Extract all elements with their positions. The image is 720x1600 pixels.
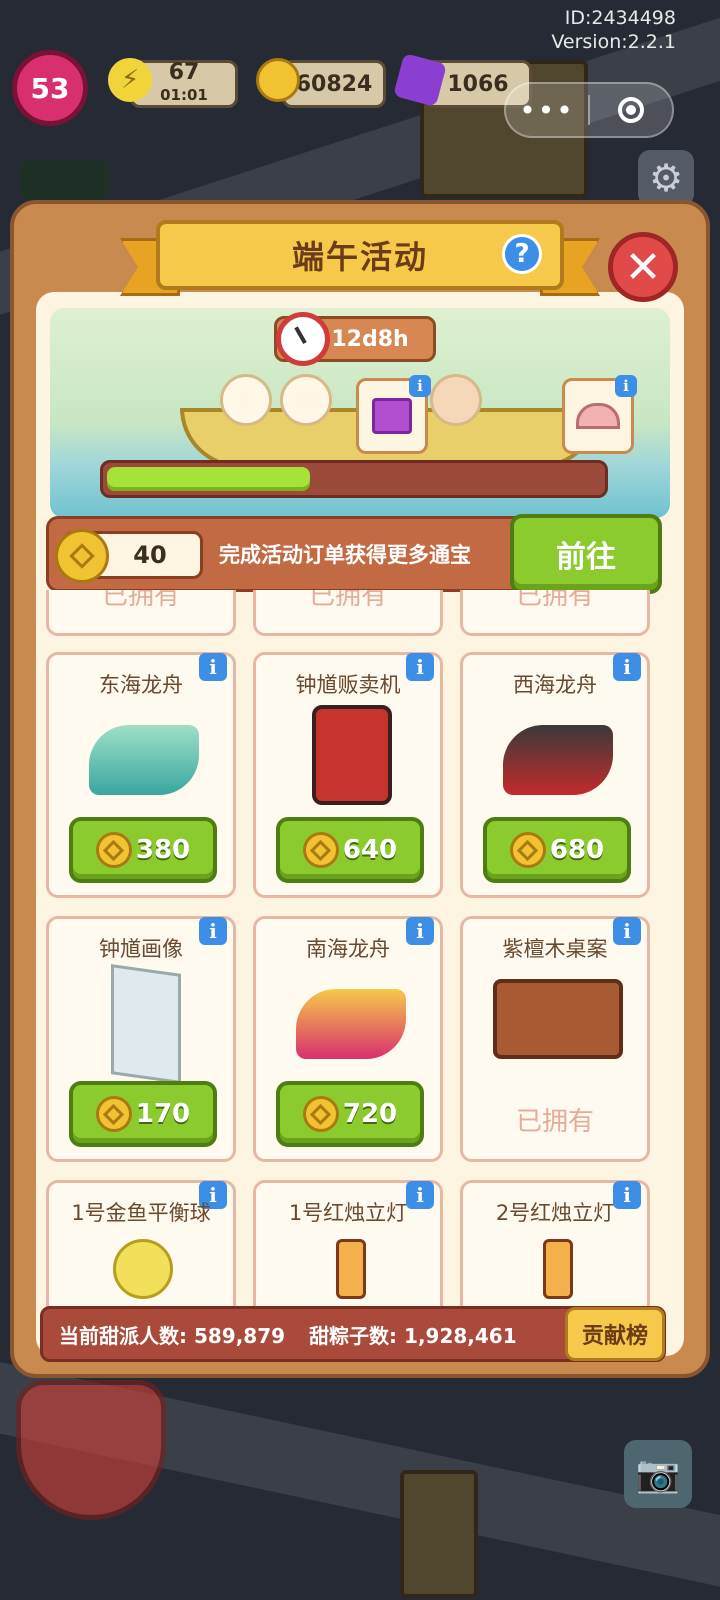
coin-icon (95, 1096, 132, 1132)
close-miniprogram-button[interactable] (590, 97, 672, 123)
gear-icon[interactable]: ⚙ (638, 150, 694, 206)
info-icon[interactable]: i (615, 375, 637, 397)
coin-icon (95, 832, 132, 868)
item-name: 南海龙舟 (306, 937, 390, 961)
buy-button[interactable]: 380 (69, 817, 217, 883)
event-stats-bar: 当前甜派人数: 589,879 甜粽子数: 1,928,461 贡献榜 (40, 1306, 666, 1362)
user-id: ID:2434498 (564, 7, 676, 29)
clock-icon (276, 312, 330, 366)
level-badge[interactable]: 53 (12, 50, 88, 126)
shop-grid: 已拥有 已拥有 已拥有 i 东海龙舟 380 i 钟馗贩卖机 640 i 西海龙… (46, 590, 658, 1310)
coin-icon (256, 58, 300, 102)
buy-button[interactable]: 170 (69, 1081, 217, 1147)
buy-button[interactable]: 720 (276, 1081, 424, 1147)
shop-item-card[interactable]: i 钟馗贩卖机 640 (253, 652, 443, 898)
dialog-title: 端午活动 (291, 238, 428, 276)
reward-bridge[interactable]: i (562, 375, 637, 454)
version-label: Version:2.2.1 (551, 31, 676, 53)
item-name: 1号红烛立灯 (288, 1201, 408, 1225)
lamp-icon (543, 1239, 573, 1299)
record-icon (618, 97, 644, 123)
item-price: 170 (135, 1099, 191, 1129)
shop-item-card[interactable]: 已拥有 (460, 590, 650, 636)
owned-label: 已拥有 (308, 590, 387, 611)
table-icon (493, 979, 623, 1059)
camera-icon[interactable]: 📷 (624, 1440, 692, 1508)
owned-label: 已拥有 (515, 590, 594, 611)
shop-item-card[interactable]: i 东海龙舟 380 (46, 652, 236, 898)
tongbao-coin-icon (55, 529, 109, 583)
owned-label: 已拥有 (515, 1107, 594, 1137)
item-name: 西海龙舟 (513, 673, 597, 697)
item-name: 钟馗贩卖机 (295, 673, 401, 697)
buy-button[interactable]: 680 (483, 817, 631, 883)
energy-value: 67 (168, 60, 200, 85)
coin-icon (302, 1096, 339, 1132)
players-count: 当前甜派人数: 589,879 (59, 1323, 286, 1348)
lightning-icon: ⚡ (108, 58, 152, 102)
coin-icon (302, 832, 339, 868)
item-price: 720 (342, 1099, 398, 1129)
token-description: 完成活动订单获得更多通宝 (219, 543, 471, 567)
info-icon[interactable]: i (409, 375, 431, 397)
coin-icon (509, 832, 546, 868)
shop-item-card[interactable]: i 紫檀木桌案 已拥有 (460, 916, 650, 1162)
shop-item-card[interactable]: i 钟馗画像 170 (46, 916, 236, 1162)
item-price: 380 (135, 835, 191, 865)
shop-item-card[interactable]: i 1号红烛立灯 (253, 1180, 443, 1310)
item-price: 680 (549, 835, 605, 865)
goldfish-ball-icon (113, 1239, 173, 1299)
title-ribbon: 端午活动 ? (120, 220, 600, 298)
vending-machine-icon (312, 705, 392, 805)
item-price: 640 (342, 835, 398, 865)
energy-timer: 01:01 (160, 86, 208, 104)
go-button[interactable]: 前往 (510, 514, 662, 594)
more-menu-button[interactable]: ••• (506, 94, 588, 127)
shop-item-card[interactable]: 已拥有 (253, 590, 443, 636)
leaderboard-button[interactable]: 贡献榜 (565, 1307, 665, 1361)
miniprogram-capsule: ••• (504, 82, 674, 138)
item-name: 钟馗画像 (99, 937, 183, 961)
shop-item-card[interactable]: i 南海龙舟 720 (253, 916, 443, 1162)
item-name: 1号金鱼平衡球 (71, 1201, 211, 1225)
owned-label: 已拥有 (101, 590, 180, 611)
dragon-boat-icon (296, 989, 406, 1059)
dragon-boat-icon (89, 725, 199, 795)
shop-item-card[interactable]: 已拥有 (46, 590, 236, 636)
close-button[interactable]: ✕ (608, 232, 678, 302)
shop-item-card[interactable]: i 2号红烛立灯 (460, 1180, 650, 1310)
progress-fill (107, 467, 310, 491)
lamp-icon (336, 1239, 366, 1299)
coin-value: 60824 (295, 71, 373, 97)
event-progress-bar (100, 460, 608, 498)
help-button[interactable]: ? (502, 234, 542, 274)
buy-button[interactable]: 640 (276, 817, 424, 883)
gift-icon (372, 398, 412, 434)
build-info: ID:2434498 Version:2.2.1 (551, 6, 676, 54)
item-name: 2号红烛立灯 (495, 1201, 615, 1225)
bridge-icon (576, 403, 620, 429)
item-name: 东海龙舟 (99, 673, 183, 697)
shop-item-card[interactable]: i 西海龙舟 680 (460, 652, 650, 898)
zongzi-count: 甜粽子数: 1,928,461 (309, 1323, 517, 1348)
gem-value: 1066 (447, 71, 509, 97)
reward-gift[interactable]: i (356, 375, 431, 454)
item-name: 紫檀木桌案 (502, 937, 608, 961)
shop-item-card[interactable]: i 1号金鱼平衡球 (46, 1180, 236, 1310)
portrait-icon (111, 964, 181, 1084)
dragon-boat-icon (503, 725, 613, 795)
